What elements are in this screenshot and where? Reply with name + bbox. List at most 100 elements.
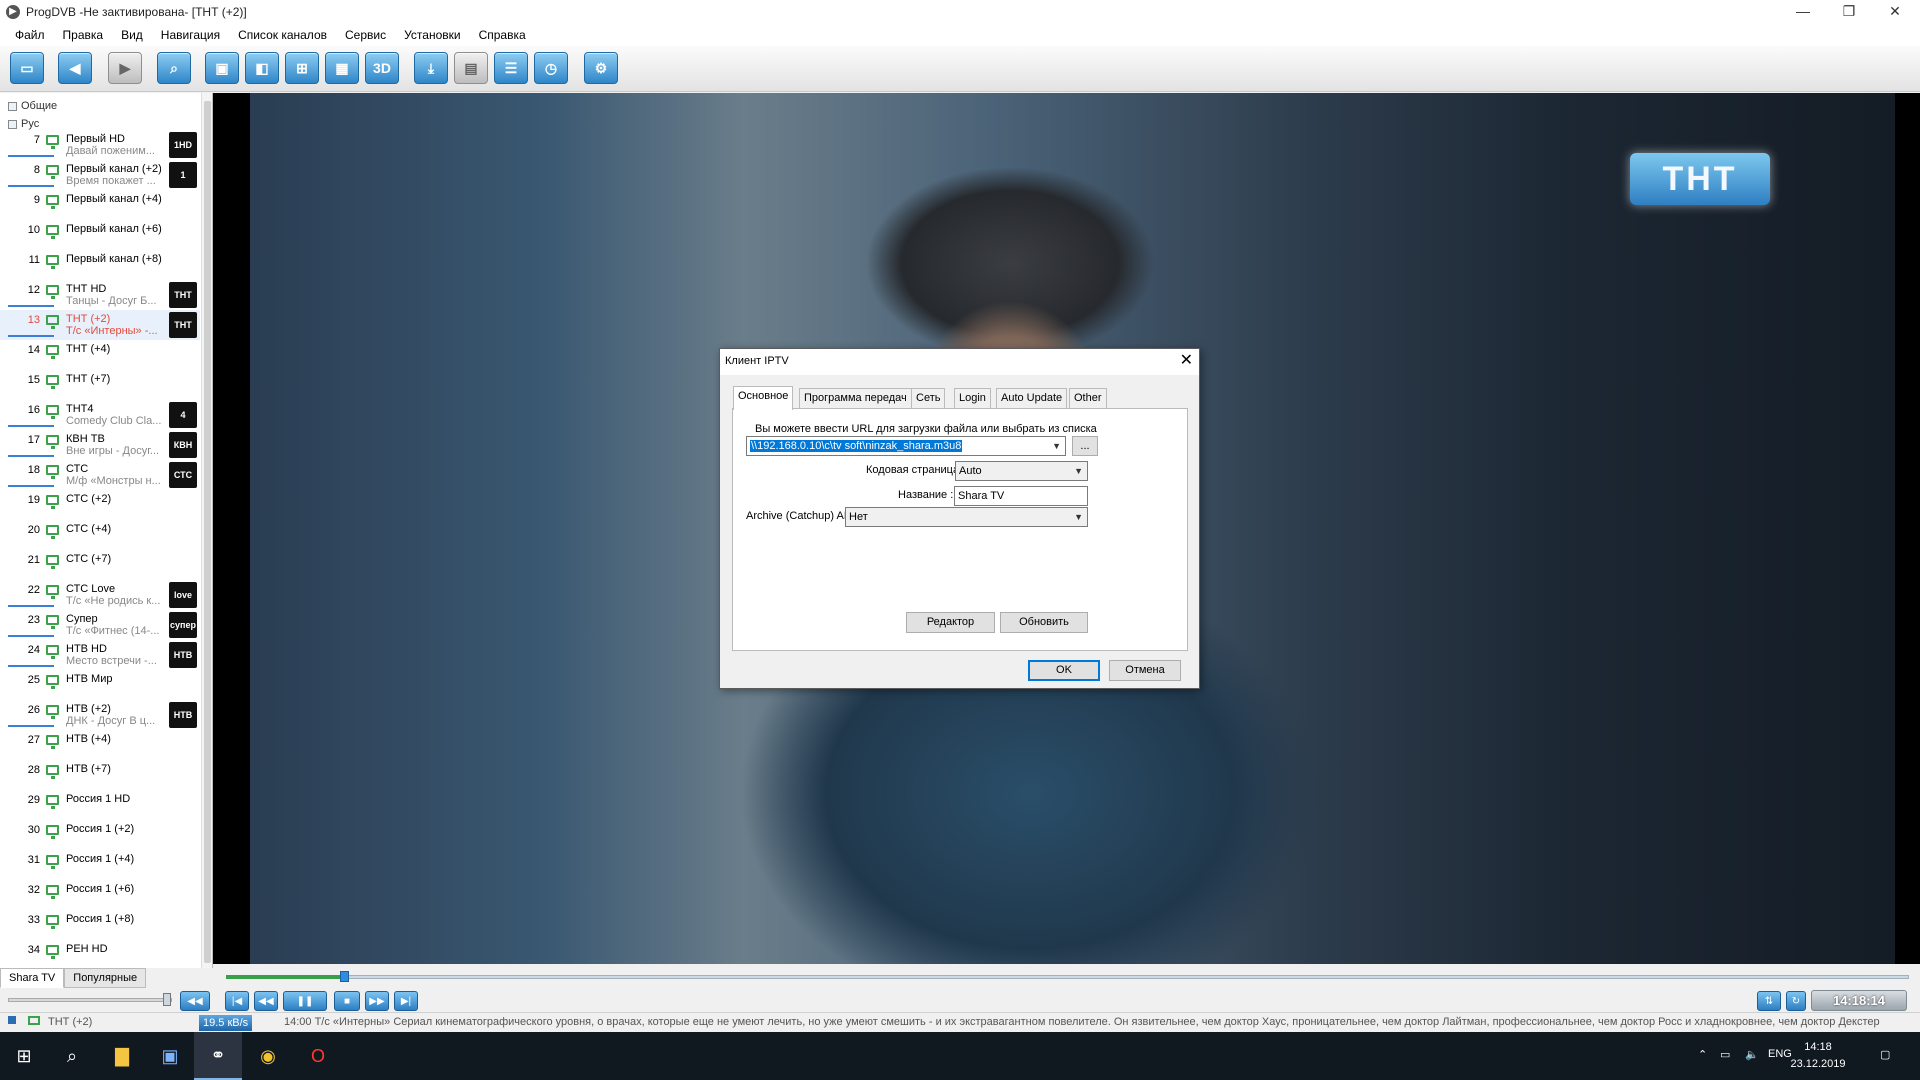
channel-row[interactable]: 27 НТВ (+4) — [0, 730, 200, 760]
minimize-button[interactable]: — — [1780, 0, 1826, 24]
tab-general[interactable]: Основное — [733, 386, 794, 410]
skip-start-icon[interactable]: |◀ — [225, 991, 249, 1011]
taskbar-clock[interactable]: 14:18 23.12.2019 — [1788, 1039, 1848, 1073]
channel-row[interactable]: 7 Первый HD Давай поженим... 1HD — [0, 130, 200, 160]
chevron-down-icon[interactable]: ▼ — [1074, 462, 1083, 480]
chrome-icon[interactable]: ◉ — [244, 1032, 292, 1080]
teletext-icon[interactable]: ▤ — [454, 52, 488, 84]
grid-9-icon[interactable]: ▦ — [325, 52, 359, 84]
channel-row[interactable]: 19 СТС (+2) — [0, 490, 200, 520]
menu-service[interactable]: Сервис — [336, 28, 395, 42]
close-button[interactable]: ✕ — [1872, 0, 1918, 24]
tab-popular[interactable]: Популярные — [64, 968, 147, 988]
volume-handle[interactable] — [163, 993, 171, 1006]
channel-row[interactable]: 12 ТНТ HD Танцы - Досуг Б... ТНТ — [0, 280, 200, 310]
channel-row[interactable]: 9 Первый канал (+4) — [0, 190, 200, 220]
seek-handle[interactable] — [340, 971, 349, 982]
seek-bar[interactable] — [213, 964, 1920, 988]
3d-icon[interactable]: 3D — [365, 52, 399, 84]
channel-row[interactable]: 31 Россия 1 (+4) — [0, 850, 200, 880]
expand-icon[interactable] — [8, 101, 17, 111]
file-explorer-icon[interactable]: ▇ — [98, 1032, 146, 1080]
editor-button[interactable]: Редактор — [906, 612, 995, 633]
progdvb-icon[interactable]: ⚭ — [194, 1032, 242, 1080]
channel-row[interactable]: 32 Россия 1 (+6) — [0, 880, 200, 910]
channel-row[interactable]: 13 ТНТ (+2) Т/с «Интерны» -... ТНТ — [0, 310, 200, 340]
browse-button[interactable]: ... — [1072, 436, 1098, 456]
channel-row[interactable]: 22 СТС Love Т/с «Не родись к... love — [0, 580, 200, 610]
channel-row[interactable]: 8 Первый канал (+2) Время покажет ... 1 — [0, 160, 200, 190]
menu-navigation[interactable]: Навигация — [152, 28, 229, 42]
aspect-icon[interactable]: ⇅ — [1757, 991, 1781, 1011]
opera-icon[interactable]: O — [294, 1032, 342, 1080]
channel-row[interactable]: 28 НТВ (+7) — [0, 760, 200, 790]
channel-row[interactable]: 29 Россия 1 HD — [0, 790, 200, 820]
cancel-button[interactable]: Отмена — [1109, 660, 1181, 681]
chevron-down-icon[interactable]: ▼ — [1052, 437, 1061, 455]
window-icon[interactable]: ▭ — [10, 52, 44, 84]
rewind-icon[interactable]: ◀◀ — [254, 991, 278, 1011]
channel-row[interactable]: 18 СТС М/ф «Монстры н... СТС — [0, 460, 200, 490]
channel-row[interactable]: 21 СТС (+7) — [0, 550, 200, 580]
network-icon[interactable]: ▭ — [1720, 1048, 1730, 1061]
forward-icon[interactable]: ▶ — [108, 52, 142, 84]
tab-other[interactable]: Other — [1069, 388, 1107, 408]
expand-icon[interactable] — [8, 119, 17, 129]
fast-forward-icon[interactable]: ▶▶ — [365, 991, 389, 1011]
tray-chevron-icon[interactable]: ⌃ — [1698, 1048, 1707, 1061]
stop-icon[interactable]: ■ — [334, 991, 360, 1011]
menu-settings[interactable]: Установки — [395, 28, 469, 42]
dialog-close-icon[interactable]: ✕ — [1180, 352, 1193, 370]
tab-auto-update[interactable]: Auto Update — [996, 388, 1068, 408]
channel-row[interactable]: 11 Первый канал (+8) — [0, 250, 200, 280]
screen-1-icon[interactable]: ▣ — [205, 52, 239, 84]
channel-row[interactable]: 33 Россия 1 (+8) — [0, 910, 200, 940]
scrollbar-thumb[interactable] — [204, 101, 211, 963]
codepage-select[interactable]: Auto ▼ — [955, 461, 1088, 481]
name-input[interactable]: Shara TV — [954, 486, 1088, 506]
url-combobox[interactable]: \\192.168.0.10\c\tv soft\ninzak_shara.m3… — [746, 436, 1066, 456]
archive-select[interactable]: Нет ▼ — [845, 507, 1088, 527]
channel-row[interactable]: 25 НТВ Мир — [0, 670, 200, 700]
menu-view[interactable]: Вид — [112, 28, 152, 42]
channel-row[interactable]: 14 ТНТ (+4) — [0, 340, 200, 370]
menu-file[interactable]: Файл — [6, 28, 54, 42]
back-icon[interactable]: ◀ — [58, 52, 92, 84]
tab-network[interactable]: Сеть — [911, 388, 946, 408]
pause-icon[interactable]: ❚❚ — [283, 991, 327, 1011]
channel-row[interactable]: 15 ТНТ (+7) — [0, 370, 200, 400]
chevron-down-icon[interactable]: ▼ — [1074, 508, 1083, 526]
settings-icon[interactable]: ⚙ — [584, 52, 618, 84]
floppy-app-icon[interactable]: ▣ — [146, 1032, 194, 1080]
epg-list-icon[interactable]: ☰ — [494, 52, 528, 84]
volume-icon[interactable]: 🔈 — [1745, 1048, 1759, 1061]
group-general[interactable]: Общие — [0, 97, 200, 115]
refresh-button[interactable]: Обновить — [1000, 612, 1088, 633]
volume-slider[interactable] — [8, 998, 172, 1002]
tab-epg[interactable]: Программа передач — [799, 388, 912, 408]
grid-4-icon[interactable]: ⊞ — [285, 52, 319, 84]
channel-row[interactable]: 17 КВН ТВ Вне игры - Досуг... КВН — [0, 430, 200, 460]
tab-login[interactable]: Login — [954, 388, 991, 408]
windows-start-icon[interactable]: ⊞ — [0, 1032, 48, 1080]
record-icon[interactable]: ⤓ — [414, 52, 448, 84]
menu-channel-list[interactable]: Список каналов — [229, 28, 336, 42]
seek-track[interactable] — [226, 975, 1909, 979]
channel-row[interactable]: 16 ТНТ4 Comedy Club Cla... 4 — [0, 400, 200, 430]
channel-row[interactable]: 24 НТВ HD Место встречи -... НТВ — [0, 640, 200, 670]
notifications-icon[interactable]: ▢ — [1880, 1048, 1890, 1061]
sidebar-scrollbar[interactable] — [201, 93, 212, 968]
menu-edit[interactable]: Правка — [54, 28, 113, 42]
channel-row[interactable]: 20 СТС (+4) — [0, 520, 200, 550]
timeshift-icon[interactable]: ↻ — [1786, 991, 1806, 1011]
menu-help[interactable]: Справка — [470, 28, 535, 42]
maximize-button[interactable]: ❐ — [1826, 0, 1872, 24]
channel-row[interactable]: 23 Супер Т/с «Фитнес (14-... супер — [0, 610, 200, 640]
skip-end-icon[interactable]: ▶| — [394, 991, 418, 1011]
channel-row[interactable]: 10 Первый канал (+6) — [0, 220, 200, 250]
timeshift-back-icon[interactable]: ◀◀ — [180, 991, 210, 1011]
screen-2-icon[interactable]: ◧ — [245, 52, 279, 84]
channel-row[interactable]: 34 РЕН HD — [0, 940, 200, 970]
channel-row[interactable]: 26 НТВ (+2) ДНК - Досуг В ц... НТВ — [0, 700, 200, 730]
ok-button[interactable]: OK — [1028, 660, 1100, 681]
